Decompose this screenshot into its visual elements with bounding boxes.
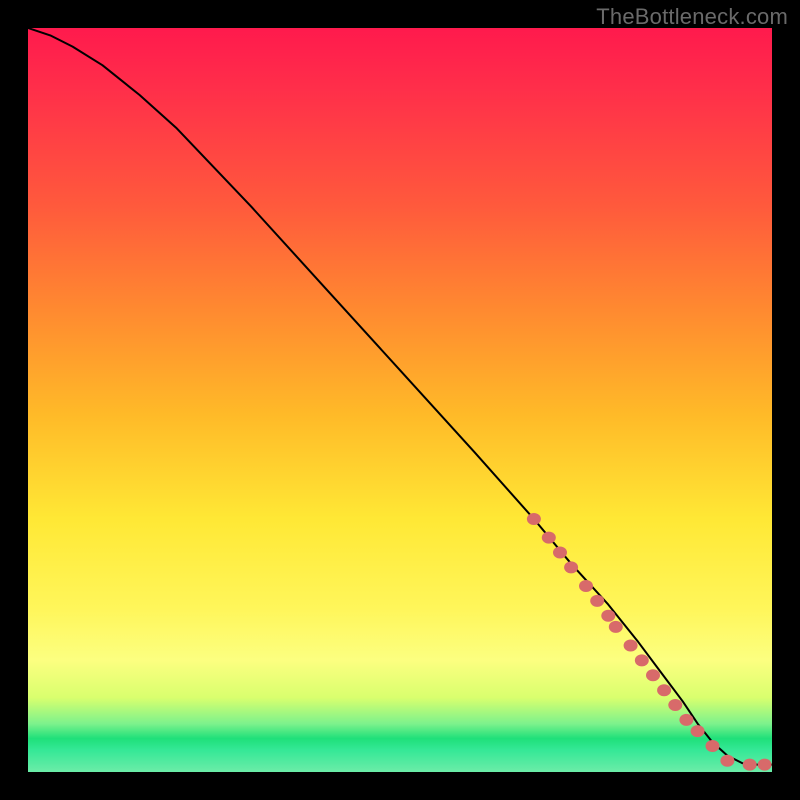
marker-point — [657, 684, 671, 696]
marker-point — [527, 513, 541, 525]
marker-point — [564, 561, 578, 573]
curve-line — [28, 28, 772, 765]
chart-frame: TheBottleneck.com — [0, 0, 800, 800]
marker-point — [706, 740, 720, 752]
watermark-text: TheBottleneck.com — [596, 4, 788, 30]
marker-point — [553, 547, 567, 559]
marker-point — [646, 669, 660, 681]
marker-point — [743, 759, 757, 771]
marker-point — [679, 714, 693, 726]
marker-point — [601, 610, 615, 622]
marker-point — [579, 580, 593, 592]
marker-point — [758, 759, 772, 771]
marker-point — [635, 654, 649, 666]
marker-point — [720, 755, 734, 767]
marker-point — [590, 595, 604, 607]
marker-group — [527, 513, 772, 771]
marker-point — [624, 640, 638, 652]
marker-point — [542, 532, 556, 544]
marker-point — [609, 621, 623, 633]
marker-point — [668, 699, 682, 711]
chart-svg — [28, 28, 772, 772]
marker-point — [691, 725, 705, 737]
plot-area — [28, 28, 772, 772]
